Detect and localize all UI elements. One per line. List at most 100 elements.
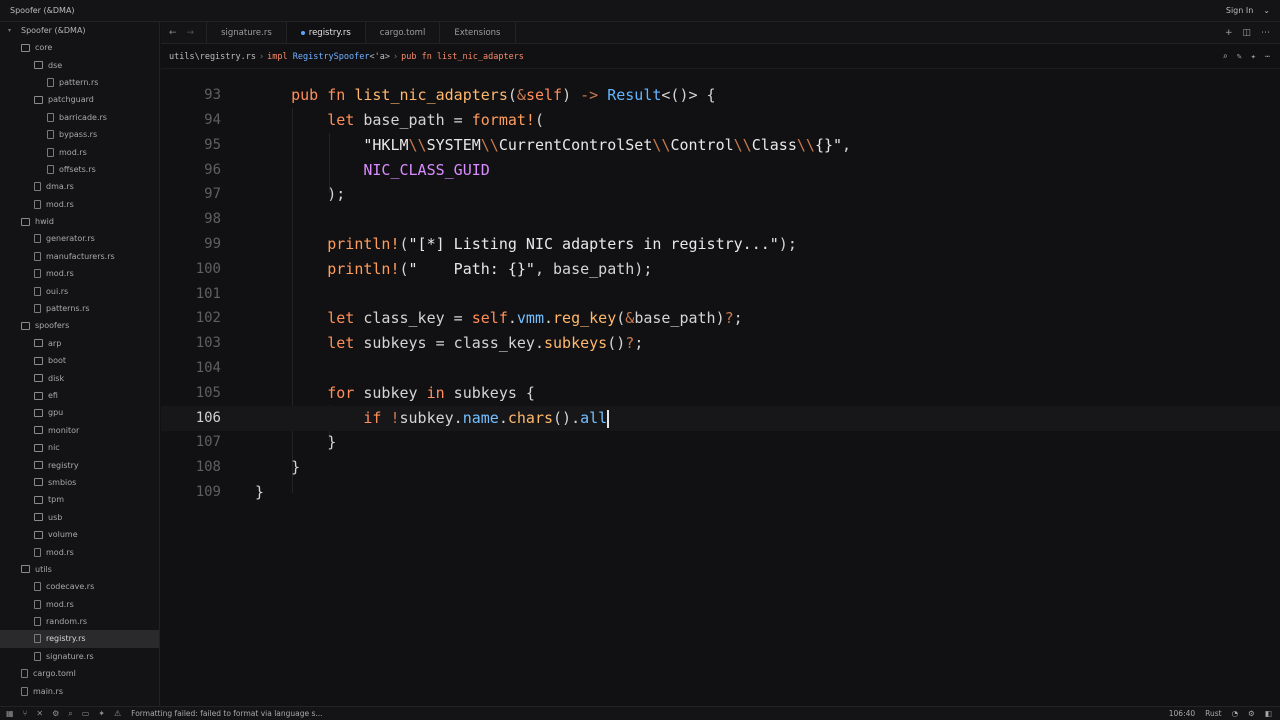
file-icon xyxy=(34,651,41,661)
code-line[interactable]: 94 let base_path = format!( xyxy=(161,108,1280,133)
tree-folder[interactable]: volume xyxy=(0,526,159,543)
status-message[interactable]: Formatting failed: failed to format via … xyxy=(131,709,322,718)
code-line[interactable]: 95 "HKLM\\SYSTEM\\CurrentControlSet\\Con… xyxy=(161,133,1280,158)
tree-file[interactable]: oui.rs xyxy=(0,282,159,299)
code-line[interactable]: 107 } xyxy=(161,430,1280,455)
tree-file[interactable]: patterns.rs xyxy=(0,300,159,317)
code-line[interactable]: 98 xyxy=(161,207,1280,232)
code-line[interactable]: 96 NIC_CLASS_GUID xyxy=(161,158,1280,183)
plus-icon[interactable]: + xyxy=(1225,28,1233,38)
tree-folder[interactable]: spoofers xyxy=(0,317,159,334)
tree-file[interactable]: generator.rs xyxy=(0,230,159,247)
sign-in-button[interactable]: Sign In xyxy=(1226,6,1253,15)
search-icon[interactable]: ⌕ xyxy=(1223,52,1228,62)
tree-file[interactable]: mod.rs xyxy=(0,265,159,282)
tree-folder[interactable]: arp xyxy=(0,335,159,352)
project-root[interactable]: ▾ Spoofer (&DMA) xyxy=(0,22,159,39)
terminal-icon[interactable]: ▭ xyxy=(82,709,90,719)
tree-file[interactable]: pattern.rs xyxy=(0,74,159,91)
tree-file[interactable]: offsets.rs xyxy=(0,161,159,178)
tree-file[interactable]: signature.rs xyxy=(0,648,159,665)
breadcrumb-path[interactable]: utils\registry.rs xyxy=(169,52,256,62)
code-line[interactable]: 101 xyxy=(161,282,1280,307)
code-line[interactable]: 102 let class_key = self.vmm.reg_key(&ba… xyxy=(161,306,1280,331)
sparkle-icon[interactable]: ✦ xyxy=(1251,52,1256,62)
breadcrumb: utils\registry.rs › impl RegistrySpoofer… xyxy=(161,45,1280,69)
tree-folder[interactable]: smbios xyxy=(0,474,159,491)
more-icon[interactable]: ⋯ xyxy=(1265,52,1270,62)
tree-file[interactable]: mod.rs xyxy=(0,543,159,560)
git-branch-icon[interactable]: ⑂ xyxy=(23,709,28,719)
tab-signature[interactable]: signature.rs xyxy=(207,22,287,43)
code-line[interactable]: 100 println!(" Path: {}", base_path); xyxy=(161,257,1280,282)
breadcrumb-impl-type[interactable]: RegistrySpoofer xyxy=(293,52,370,62)
tree-item-label: barricade.rs xyxy=(59,112,107,122)
tab-label: Extensions xyxy=(454,27,501,38)
tab-cargo[interactable]: cargo.toml xyxy=(366,22,441,43)
tree-folder[interactable]: usb xyxy=(0,509,159,526)
tab-navigation: ← → xyxy=(161,22,208,43)
more-icon[interactable]: ⋯ xyxy=(1261,28,1270,38)
tree-file[interactable]: dma.rs xyxy=(0,178,159,195)
tree-file[interactable]: random.rs xyxy=(0,613,159,630)
code-line[interactable]: 103 let subkeys = class_key.subkeys()?; xyxy=(161,331,1280,356)
tab-extensions[interactable]: Extensions xyxy=(440,22,516,43)
settings-icon[interactable]: ⚙ xyxy=(1248,709,1255,718)
code-line[interactable]: 97 ); xyxy=(161,182,1280,207)
code-line[interactable]: 104 xyxy=(161,356,1280,381)
tree-file[interactable]: barricade.rs xyxy=(0,109,159,126)
tree-file[interactable]: mod.rs xyxy=(0,143,159,160)
back-arrow-icon[interactable]: ← xyxy=(169,28,177,38)
code-line[interactable]: 109} xyxy=(161,480,1280,505)
tree-file[interactable]: codecave.rs xyxy=(0,578,159,595)
tree-folder[interactable]: disk xyxy=(0,369,159,386)
code-line-current[interactable]: 106 if !subkey.name.chars().all xyxy=(161,406,1280,431)
chevron-down-icon[interactable]: ⌄ xyxy=(1263,6,1270,15)
forward-arrow-icon[interactable]: → xyxy=(187,28,195,38)
code-text: println!("[*] Listing NIC adapters in re… xyxy=(327,235,797,254)
language-selector[interactable]: Rust xyxy=(1205,709,1221,718)
code-line[interactable]: 99 println!("[*] Listing NIC adapters in… xyxy=(161,232,1280,257)
tree-folder[interactable]: gpu xyxy=(0,404,159,421)
tab-registry[interactable]: registry.rs xyxy=(286,22,366,43)
split-icon[interactable]: ◫ xyxy=(1242,28,1251,38)
code-line[interactable]: 105 for subkey in subkeys { xyxy=(161,381,1280,406)
code-line[interactable]: 93 pub fn list_nic_adapters(&self) -> Re… xyxy=(161,83,1280,108)
tree-folder[interactable]: nic xyxy=(0,439,159,456)
panel-toggle-icon[interactable]: ▦ xyxy=(6,709,14,719)
tree-folder[interactable]: dse xyxy=(0,56,159,73)
tree-file[interactable]: bypass.rs xyxy=(0,126,159,143)
tree-folder[interactable]: boot xyxy=(0,352,159,369)
search-icon[interactable]: ⌕ xyxy=(68,709,72,719)
tree-folder[interactable]: tpm xyxy=(0,491,159,508)
tree-folder[interactable]: utils xyxy=(0,561,159,578)
tree-folder[interactable]: core xyxy=(0,39,159,56)
tree-folder[interactable]: hwid xyxy=(0,213,159,230)
project-title[interactable]: Spoofer (&DMA) xyxy=(0,6,75,15)
bell-icon[interactable]: ◔ xyxy=(1232,709,1239,718)
tree-folder[interactable]: efi xyxy=(0,387,159,404)
debug-icon[interactable]: ⚙ xyxy=(52,709,59,719)
code-text: NIC_CLASS_GUID xyxy=(363,161,490,180)
tree-folder[interactable]: monitor xyxy=(0,422,159,439)
code-line[interactable]: 108 } xyxy=(161,455,1280,480)
tree-file[interactable]: mod.rs xyxy=(0,596,159,613)
tree-file[interactable]: cargo.toml xyxy=(0,665,159,682)
assistant-panel-icon[interactable]: ◧ xyxy=(1265,709,1272,718)
cursor-position[interactable]: 106:40 xyxy=(1169,709,1195,718)
inline-assist-icon[interactable]: ✎ xyxy=(1237,52,1242,62)
tree-item-label: volume xyxy=(48,530,78,540)
tree-file[interactable]: manufacturers.rs xyxy=(0,248,159,265)
breadcrumb-fn[interactable]: pub fn list_nic_adapters xyxy=(401,52,524,62)
code-editor[interactable]: 93 pub fn list_nic_adapters(&self) -> Re… xyxy=(161,70,1280,706)
tree-folder[interactable]: registry xyxy=(0,456,159,473)
tree-folder[interactable]: patchguard xyxy=(0,91,159,108)
tree-file[interactable]: mod.rs xyxy=(0,196,159,213)
diagnostics-icon[interactable]: ✕ xyxy=(36,709,43,719)
assistant-icon[interactable]: ✦ xyxy=(98,709,105,719)
folder-icon xyxy=(34,530,43,539)
tree-file[interactable]: main.rs xyxy=(0,682,159,699)
warning-icon[interactable]: ⚠ xyxy=(114,709,121,719)
tree-file[interactable]: registry.rs xyxy=(0,630,159,648)
folder-icon xyxy=(34,443,43,452)
